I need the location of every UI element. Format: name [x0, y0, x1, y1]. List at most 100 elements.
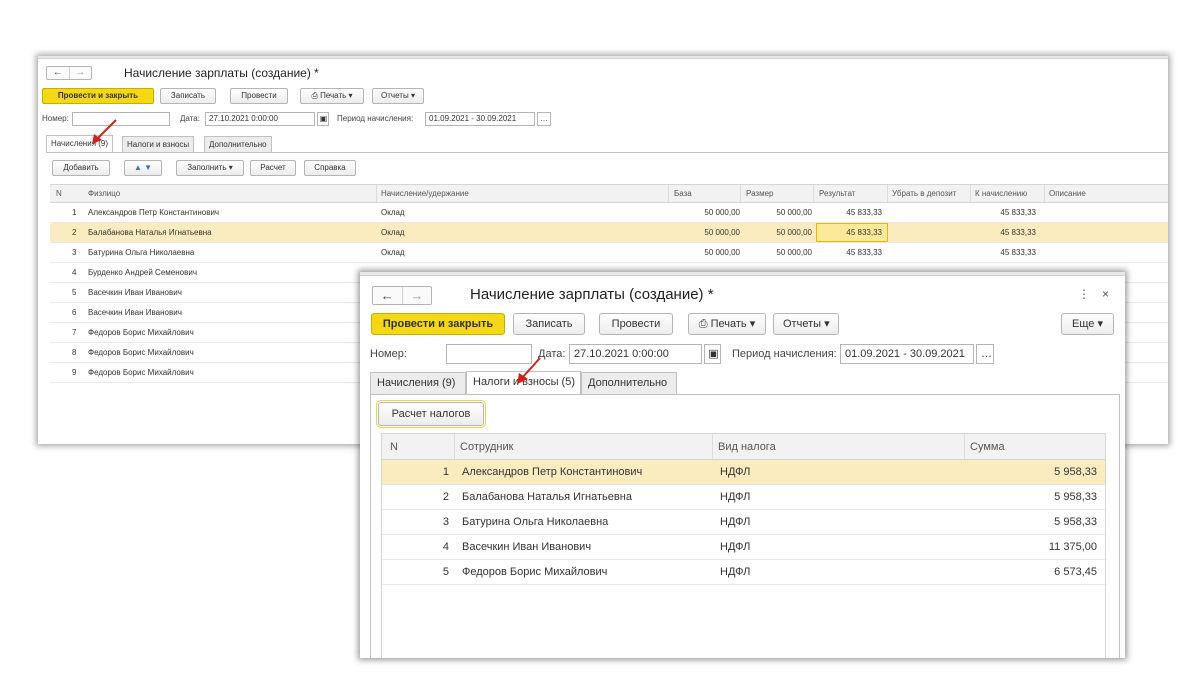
column-header[interactable]: Размер — [746, 185, 774, 203]
post-and-close-button[interactable]: Провести и закрыть — [42, 88, 154, 104]
row-result: 45 833,33 — [846, 228, 882, 237]
row-name: Васечкин Иван Иванович — [88, 288, 182, 297]
row-number: 1 — [442, 466, 449, 478]
front-window: ← → Начисление зарплаты (создание) * ⋮ ×… — [360, 272, 1125, 658]
table-row[interactable]: 3 Батурина Ольга Николаевна Оклад 50 000… — [50, 243, 1168, 263]
calc-button[interactable]: Расчет — [250, 160, 296, 176]
date-label: Дата: — [180, 114, 200, 123]
row-employee: Александров Петр Константинович — [462, 466, 643, 478]
column-header[interactable]: Вид налога — [718, 434, 776, 460]
row-name: Федоров Борис Михайлович — [88, 348, 194, 357]
save-button[interactable]: Записать — [513, 313, 585, 335]
column-header[interactable]: Начисление/удержание — [381, 185, 469, 203]
number-field[interactable] — [72, 112, 170, 126]
column-header[interactable]: База — [674, 185, 692, 203]
fill-button[interactable]: Заполнить ▾ — [176, 160, 244, 176]
period-select-button[interactable]: … — [537, 112, 551, 126]
column-header[interactable]: Сотрудник — [460, 434, 513, 460]
row-type: Оклад — [381, 248, 405, 257]
column-header[interactable]: N — [56, 185, 62, 203]
period-label: Период начисления: — [337, 114, 414, 123]
row-number: 1 — [72, 208, 77, 217]
column-header[interactable]: Описание — [1049, 185, 1086, 203]
column-divider — [1044, 185, 1045, 202]
period-select-button[interactable]: … — [976, 344, 994, 364]
row-base: 50 000,00 — [704, 248, 740, 257]
date-label: Дата: — [538, 348, 566, 360]
row-employee: Федоров Борис Михайлович — [462, 566, 608, 578]
row-size: 50 000,00 — [776, 248, 812, 257]
row-number: 9 — [72, 368, 77, 377]
reports-button[interactable]: Отчеты ▾ — [773, 313, 839, 335]
row-result: 45 833,33 — [846, 208, 882, 217]
period-field[interactable]: 01.09.2021 - 30.09.2021 — [425, 112, 535, 126]
close-icon[interactable]: × — [1102, 287, 1109, 301]
column-header[interactable]: К начислению — [975, 185, 1027, 203]
forward-arrow-icon[interactable]: → — [68, 67, 92, 79]
row-number: 4 — [442, 541, 449, 553]
back-arrow-icon[interactable]: ← — [373, 287, 402, 304]
column-header[interactable]: Сумма — [970, 434, 1005, 460]
printer-icon: ⎙ — [311, 91, 318, 100]
nav-buttons: ← → — [46, 66, 92, 80]
up-arrow-icon[interactable]: ▲ — [134, 163, 142, 172]
table-row[interactable]: 4 Васечкин Иван Иванович НДФЛ 11 375,00 — [382, 535, 1105, 560]
calendar-icon[interactable]: ▣ — [317, 112, 329, 126]
post-button[interactable]: Провести — [230, 88, 288, 104]
period-field[interactable]: 01.09.2021 - 30.09.2021 — [840, 344, 974, 364]
help-button[interactable]: Справка — [304, 160, 356, 176]
dropdown-icon: ▾ — [1097, 318, 1103, 330]
column-header[interactable]: N — [390, 434, 398, 460]
table-row-selected[interactable]: 2 Балабанова Наталья Игнатьевна Оклад 50… — [50, 223, 1168, 243]
table-row[interactable]: 2 Балабанова Наталья Игнатьевна НДФЛ 5 9… — [382, 485, 1105, 510]
row-name: Васечкин Иван Иванович — [88, 308, 182, 317]
row-employee: Васечкин Иван Иванович — [462, 541, 592, 553]
date-field[interactable]: 27.10.2021 0:00:00 — [205, 112, 315, 126]
tab-accruals[interactable]: Начисления (9) — [370, 372, 466, 394]
print-button[interactable]: ⎙ Печать ▾ — [300, 88, 364, 104]
tab-additional[interactable]: Дополнительно — [204, 136, 272, 152]
tab-accruals[interactable]: Начисления (9) — [46, 135, 114, 152]
back-arrow-icon[interactable]: ← — [47, 67, 69, 79]
save-button[interactable]: Записать — [160, 88, 216, 104]
column-divider — [376, 185, 377, 202]
number-field[interactable] — [446, 344, 532, 364]
row-number: 7 — [72, 328, 77, 337]
row-accrue: 45 833,33 — [1000, 208, 1036, 217]
tab-taxes[interactable]: Налоги и взносы (5) — [466, 371, 581, 394]
column-header[interactable]: Результат — [819, 185, 855, 203]
row-tax-type: НДФЛ — [720, 541, 751, 553]
calendar-icon[interactable]: ▣ — [704, 344, 721, 364]
tab-divider — [46, 152, 1168, 153]
column-header[interactable]: Убрать в депозит — [892, 185, 956, 203]
row-name: Бурденко Андрей Семенович — [88, 268, 197, 277]
more-button[interactable]: Еще ▾ — [1061, 313, 1114, 335]
add-button[interactable]: Добавить — [52, 160, 110, 176]
post-and-close-button[interactable]: Провести и закрыть — [371, 313, 505, 335]
down-arrow-icon[interactable]: ▼ — [144, 163, 152, 172]
reports-label: Отчеты — [783, 318, 822, 330]
row-name: Батурина Ольга Николаевна — [88, 248, 195, 257]
row-tax-type: НДФЛ — [720, 491, 751, 503]
table-row[interactable]: 5 Федоров Борис Михайлович НДФЛ 6 573,45 — [382, 560, 1105, 585]
table-row-selected[interactable]: 1 Александров Петр Константинович НДФЛ 5… — [382, 460, 1105, 485]
row-number: 3 — [442, 516, 449, 528]
post-button[interactable]: Провести — [599, 313, 673, 335]
more-actions-icon[interactable]: ⋮ — [1078, 287, 1090, 301]
row-tax-type: НДФЛ — [720, 466, 751, 478]
row-name: Александров Петр Константинович — [88, 208, 220, 217]
forward-arrow-icon[interactable]: → — [401, 287, 432, 304]
column-header[interactable]: Физлицо — [88, 185, 120, 203]
period-label: Период начисления: — [732, 348, 837, 360]
print-button[interactable]: ⎙ Печать ▾ — [688, 313, 766, 335]
date-field[interactable]: 27.10.2021 0:00:00 — [569, 344, 702, 364]
tab-taxes[interactable]: Налоги и взносы — [122, 136, 195, 152]
move-buttons[interactable]: ▲ ▼ — [124, 160, 162, 176]
table-row[interactable]: 1 Александров Петр Константинович Оклад … — [50, 203, 1168, 223]
column-divider — [887, 185, 888, 202]
reports-button[interactable]: Отчеты ▾ — [372, 88, 424, 104]
table-row[interactable]: 3 Батурина Ольга Николаевна НДФЛ 5 958,3… — [382, 510, 1105, 535]
tab-additional[interactable]: Дополнительно — [581, 372, 677, 394]
calc-taxes-button[interactable]: Расчет налогов — [376, 400, 486, 428]
row-accrue: 45 833,33 — [1000, 248, 1036, 257]
